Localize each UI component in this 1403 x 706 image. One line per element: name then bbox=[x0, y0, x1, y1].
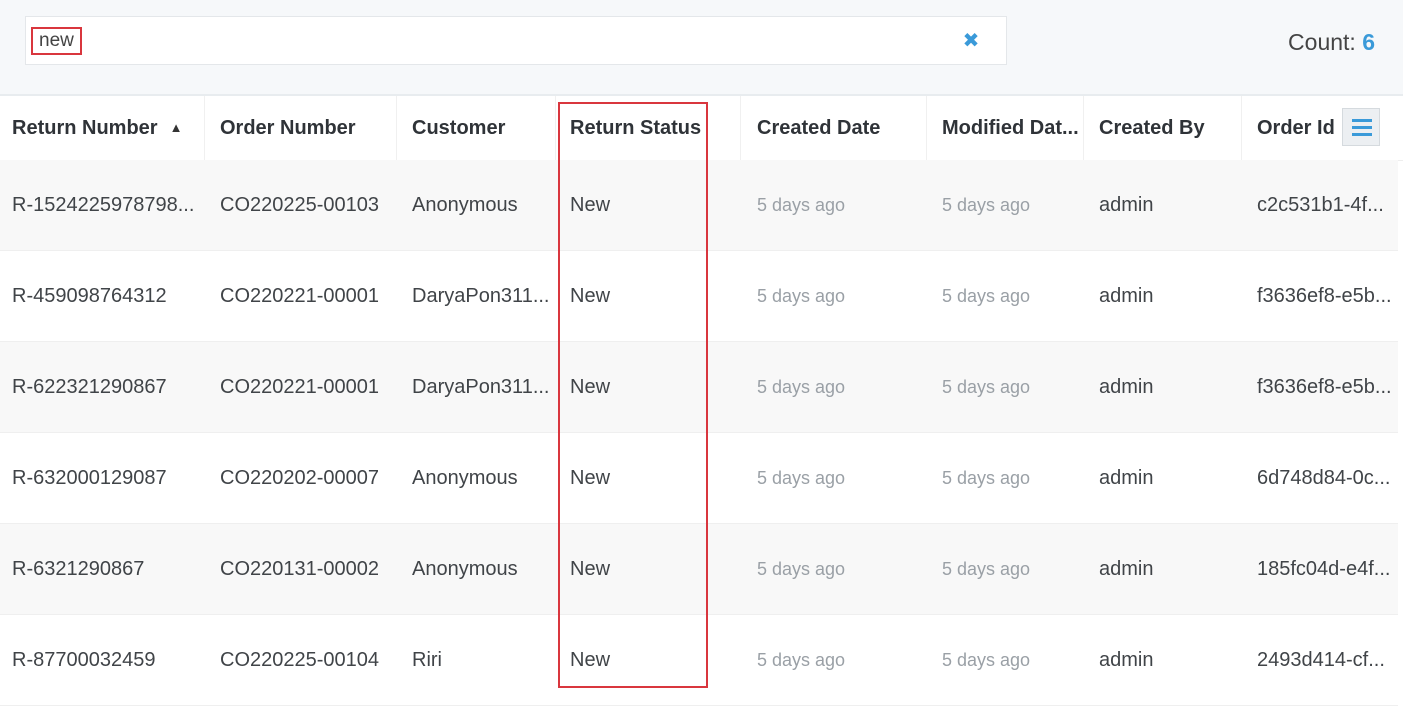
cell-created-by: admin bbox=[1099, 467, 1154, 489]
cell-customer: Anonymous bbox=[412, 558, 518, 580]
column-header-label: Created By bbox=[1099, 117, 1205, 139]
cell-order-number: CO220225-00104 bbox=[220, 649, 380, 671]
cell-order-number: CO220221-00001 bbox=[220, 376, 380, 398]
table-row[interactable]: R-459098764312 CO220221-00001 DaryaPon31… bbox=[0, 251, 1398, 342]
column-header-label: Return Status bbox=[570, 117, 702, 139]
cell-order-id: 185fc04d-e4f... bbox=[1257, 558, 1391, 580]
cell-modified-date: 5 days ago bbox=[942, 468, 1031, 488]
cell-return-status: New bbox=[570, 467, 611, 489]
search-input-value[interactable]: new bbox=[31, 27, 82, 55]
column-header-order-number[interactable]: Order Number bbox=[208, 96, 397, 160]
returns-table: Return Number ▲ Order Number Customer Ret… bbox=[0, 94, 1403, 706]
cell-created-by: admin bbox=[1099, 285, 1154, 307]
cell-created-date: 5 days ago bbox=[757, 559, 846, 579]
cell-modified-date: 5 days ago bbox=[942, 195, 1031, 215]
column-header-return-status[interactable]: Return Status bbox=[558, 96, 741, 160]
cell-return-number: R-632000129087 bbox=[12, 467, 167, 489]
column-header-label: Order Id bbox=[1257, 117, 1335, 139]
cell-order-number: CO220221-00001 bbox=[220, 285, 380, 307]
cell-order-id: f3636ef8-e5b... bbox=[1257, 285, 1392, 307]
result-count: Count: 6 bbox=[1288, 28, 1375, 56]
cell-order-number: CO220202-00007 bbox=[220, 467, 380, 489]
cell-order-id: 6d748d84-0c... bbox=[1257, 467, 1391, 489]
cell-order-id: c2c531b1-4f... bbox=[1257, 194, 1384, 216]
column-header-customer[interactable]: Customer bbox=[400, 96, 556, 160]
cell-created-by: admin bbox=[1099, 649, 1154, 671]
cell-modified-date: 5 days ago bbox=[942, 377, 1031, 397]
column-header-label: Return Number bbox=[12, 117, 158, 139]
cell-return-number: R-6321290867 bbox=[12, 558, 145, 580]
cell-return-number: R-87700032459 bbox=[12, 649, 156, 671]
cell-order-number: CO220225-00103 bbox=[220, 194, 380, 216]
column-header-label: Customer bbox=[412, 117, 506, 139]
cell-return-status: New bbox=[570, 194, 611, 216]
table-row[interactable]: R-1524225978798... CO220225-00103 Anonym… bbox=[0, 160, 1398, 251]
cell-created-by: admin bbox=[1099, 558, 1154, 580]
cell-created-date: 5 days ago bbox=[757, 286, 846, 306]
table-header: Return Number ▲ Order Number Customer Ret… bbox=[0, 96, 1403, 161]
cell-created-by: admin bbox=[1099, 376, 1154, 398]
cell-return-number: R-459098764312 bbox=[12, 285, 167, 307]
search-input[interactable]: new ✖ bbox=[25, 16, 1007, 65]
column-header-created-by[interactable]: Created By bbox=[1087, 96, 1242, 160]
cell-created-date: 5 days ago bbox=[757, 377, 846, 397]
cell-customer: Riri bbox=[412, 649, 442, 671]
column-header-return-number[interactable]: Return Number ▲ bbox=[0, 96, 205, 160]
cell-created-date: 5 days ago bbox=[757, 468, 846, 488]
cell-modified-date: 5 days ago bbox=[942, 650, 1031, 670]
cell-created-date: 5 days ago bbox=[757, 650, 846, 670]
column-header-label: Order Number bbox=[220, 117, 356, 139]
search-toolbar: new ✖ Count: 6 bbox=[0, 0, 1403, 94]
column-header-label: Modified Dat... bbox=[942, 117, 1079, 139]
cell-return-number: R-1524225978798... bbox=[12, 194, 195, 216]
cell-customer: Anonymous bbox=[412, 467, 518, 489]
cell-return-status: New bbox=[570, 376, 611, 398]
column-menu-icon[interactable] bbox=[1342, 108, 1380, 146]
cell-created-by: admin bbox=[1099, 194, 1154, 216]
sort-ascending-icon[interactable]: ▲ bbox=[170, 96, 183, 160]
cell-order-number: CO220131-00002 bbox=[220, 558, 380, 580]
table-row[interactable]: R-632000129087 CO220202-00007 Anonymous … bbox=[0, 433, 1398, 524]
cell-order-id: f3636ef8-e5b... bbox=[1257, 376, 1392, 398]
cell-modified-date: 5 days ago bbox=[942, 559, 1031, 579]
result-count-value: 6 bbox=[1362, 29, 1375, 55]
cell-return-status: New bbox=[570, 558, 611, 580]
table-row[interactable]: R-622321290867 CO220221-00001 DaryaPon31… bbox=[0, 342, 1398, 433]
clear-search-icon[interactable]: ✖ bbox=[961, 29, 981, 53]
column-header-label: Created Date bbox=[757, 117, 881, 139]
cell-customer: Anonymous bbox=[412, 194, 518, 216]
cell-return-status: New bbox=[570, 285, 611, 307]
result-count-label: Count: bbox=[1288, 29, 1356, 55]
cell-created-date: 5 days ago bbox=[757, 195, 846, 215]
cell-modified-date: 5 days ago bbox=[942, 286, 1031, 306]
cell-customer: DaryaPon311... bbox=[412, 285, 550, 307]
cell-return-number: R-622321290867 bbox=[12, 376, 167, 398]
column-header-order-id[interactable]: Order Id bbox=[1245, 96, 1342, 160]
column-header-created-date[interactable]: Created Date bbox=[745, 96, 927, 160]
column-header-modified-date[interactable]: Modified Dat... bbox=[930, 96, 1084, 160]
cell-order-id: 2493d414-cf... bbox=[1257, 649, 1385, 671]
cell-return-status: New bbox=[570, 649, 611, 671]
table-row[interactable]: R-6321290867 CO220131-00002 Anonymous Ne… bbox=[0, 524, 1398, 615]
cell-customer: DaryaPon311... bbox=[412, 376, 550, 398]
table-row[interactable]: R-87700032459 CO220225-00104 Riri New 5 … bbox=[0, 615, 1398, 706]
